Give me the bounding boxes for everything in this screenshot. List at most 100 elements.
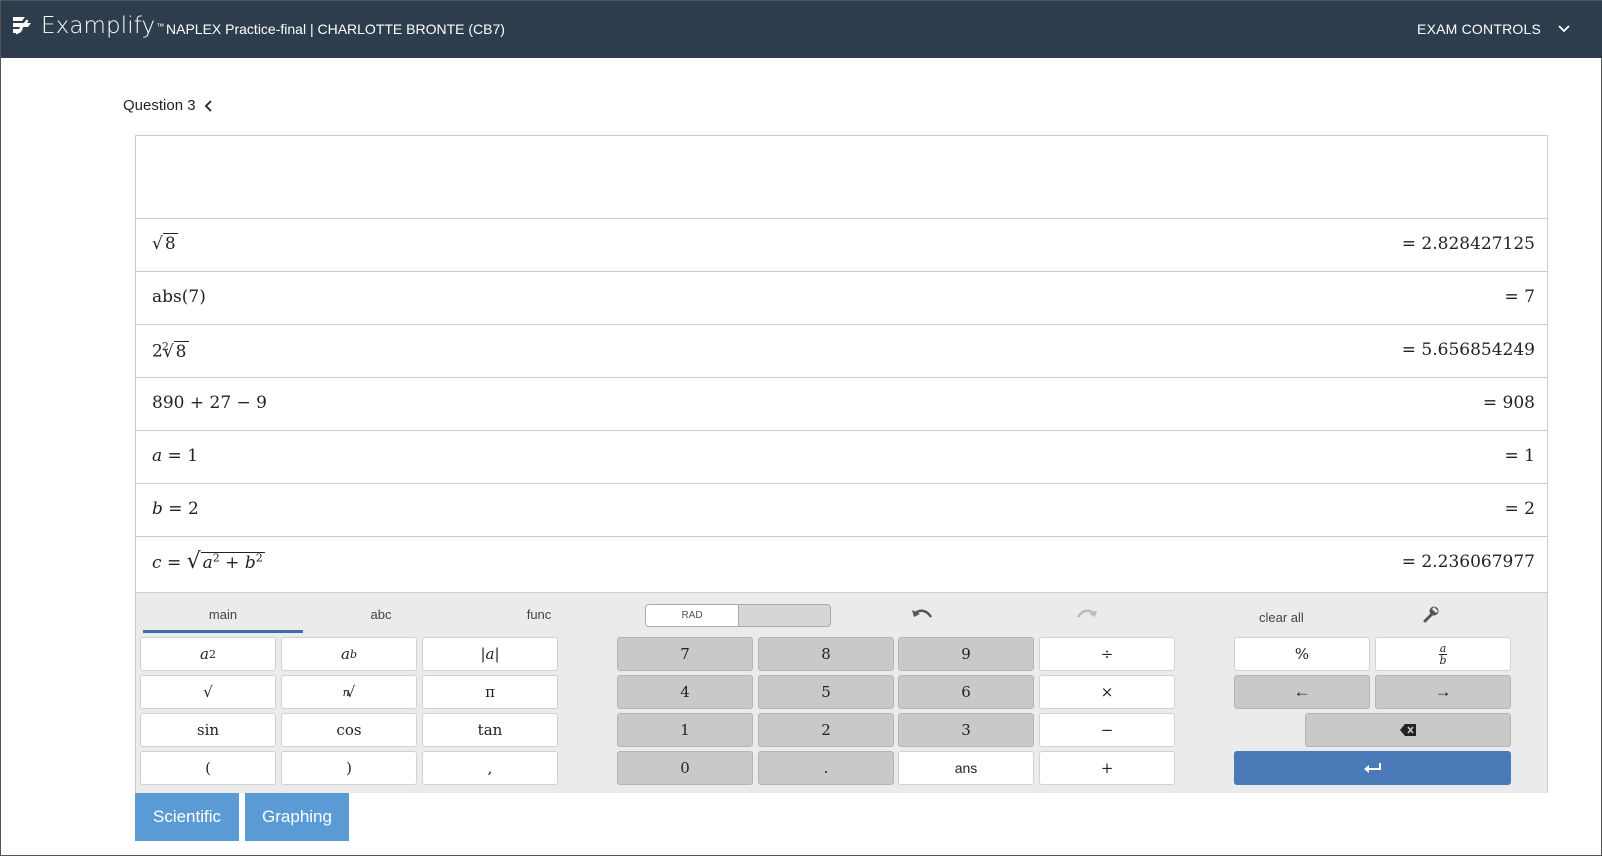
expression: 22√ 8 bbox=[152, 340, 189, 362]
expression-input-blank[interactable] bbox=[136, 136, 1547, 219]
app-name: Examplify bbox=[41, 13, 156, 39]
radicand: a2 + b2 bbox=[200, 551, 265, 573]
key-a-power-b[interactable]: ab bbox=[281, 637, 417, 671]
sqrt-expression: √ a2 + b2 bbox=[186, 549, 265, 574]
fraction-numerator: a bbox=[1438, 641, 1448, 655]
enter-icon bbox=[1363, 763, 1381, 773]
exponent: 2 bbox=[212, 551, 220, 565]
key-cursor-right[interactable]: → bbox=[1375, 675, 1511, 709]
key-minus[interactable]: − bbox=[1039, 713, 1175, 747]
key-ans[interactable]: ans bbox=[898, 751, 1034, 785]
tab-abc[interactable]: abc bbox=[301, 607, 461, 622]
key-7[interactable]: 7 bbox=[617, 637, 753, 671]
key-divide[interactable]: ÷ bbox=[1039, 637, 1175, 671]
key-4[interactable]: 4 bbox=[617, 675, 753, 709]
key-percent[interactable]: % bbox=[1234, 637, 1370, 671]
expression-row[interactable]: a = 1 = 1 bbox=[136, 431, 1547, 484]
redo-icon bbox=[1076, 609, 1097, 618]
undo-button[interactable] bbox=[907, 603, 937, 627]
key-label: a bbox=[341, 645, 350, 663]
key-sqrt[interactable]: √ bbox=[140, 675, 276, 709]
key-label: a bbox=[200, 645, 209, 663]
examplify-logo: Examplify ™ bbox=[11, 13, 164, 39]
key-fraction[interactable]: ab bbox=[1375, 637, 1511, 671]
trademark: ™ bbox=[156, 21, 165, 31]
app-frame: Examplify ™ NAPLEX Practice-final | CHARL… bbox=[0, 0, 1602, 856]
key-8[interactable]: 8 bbox=[758, 637, 894, 671]
key-5[interactable]: 5 bbox=[758, 675, 894, 709]
question-label: Question 3 bbox=[123, 97, 196, 114]
key-decimal[interactable]: . bbox=[758, 751, 894, 785]
expression: √ 8 bbox=[152, 233, 178, 254]
top-bar: Examplify ™ NAPLEX Practice-final | CHARL… bbox=[1, 1, 1602, 58]
key-nth-root[interactable]: n √ bbox=[281, 675, 417, 709]
assignment: = 1 bbox=[167, 446, 199, 466]
key-label: √ bbox=[345, 683, 356, 701]
key-sin[interactable]: sin bbox=[140, 713, 276, 747]
expression-row[interactable]: 890 + 27 − 9 = 908 bbox=[136, 378, 1547, 431]
key-cursor-left[interactable]: ← bbox=[1234, 675, 1370, 709]
exam-title: NAPLEX Practice-final | CHARLOTTE BRONTE… bbox=[166, 21, 505, 37]
expression: c = √ a2 + b2 bbox=[152, 549, 265, 574]
key-comma[interactable]: , bbox=[422, 751, 558, 785]
key-3[interactable]: 3 bbox=[898, 713, 1034, 747]
chevron-down-icon bbox=[1558, 25, 1570, 33]
fraction-denominator: b bbox=[1439, 653, 1447, 667]
variable: b bbox=[152, 499, 163, 519]
scientific-button[interactable]: Scientific bbox=[135, 793, 239, 841]
expression-row[interactable]: abs(7) = 7 bbox=[136, 272, 1547, 325]
key-left-paren[interactable]: ( bbox=[140, 751, 276, 785]
settings-button[interactable] bbox=[1416, 602, 1446, 626]
key-pi[interactable]: π bbox=[422, 675, 558, 709]
exam-controls-menu[interactable]: EXAM CONTROLS bbox=[1417, 21, 1571, 37]
expression-result: = 1 bbox=[1504, 446, 1535, 466]
key-cos[interactable]: cos bbox=[281, 713, 417, 747]
expression-result: = 7 bbox=[1504, 287, 1535, 307]
key-0[interactable]: 0 bbox=[617, 751, 753, 785]
key-6[interactable]: 6 bbox=[898, 675, 1034, 709]
chevron-left-icon[interactable] bbox=[204, 99, 214, 113]
key-9[interactable]: 9 bbox=[898, 637, 1034, 671]
undo-icon bbox=[912, 609, 933, 618]
exam-controls-label: EXAM CONTROLS bbox=[1417, 21, 1541, 37]
expression: b = 2 bbox=[152, 499, 199, 519]
expression-list: √ 8 = 2.828427125 abs(7) = 7 22√ 8 = 5.656… bbox=[136, 136, 1547, 590]
examplify-logo-icon bbox=[13, 17, 31, 35]
key-2[interactable]: 2 bbox=[758, 713, 894, 747]
keypad: main abc func RAD clear all a 2 a b |a| … bbox=[136, 592, 1547, 793]
expression-result: = 5.656854249 bbox=[1401, 340, 1535, 360]
expression-row[interactable]: b = 2 = 2 bbox=[136, 484, 1547, 537]
expression-row[interactable]: √ 8 = 2.828427125 bbox=[136, 219, 1547, 272]
nth-root-expression: √ 8 bbox=[162, 340, 189, 362]
backspace-icon bbox=[1400, 724, 1416, 736]
tab-main[interactable]: main bbox=[143, 607, 303, 622]
angle-mode-toggle[interactable]: RAD bbox=[645, 604, 831, 627]
calculator: √ 8 = 2.828427125 abs(7) = 7 22√ 8 = 5.656… bbox=[135, 135, 1548, 793]
key-a-squared[interactable]: a2 bbox=[140, 637, 276, 671]
key-right-paren[interactable]: ) bbox=[281, 751, 417, 785]
fraction-icon: ab bbox=[1438, 641, 1448, 667]
key-abs[interactable]: |a| bbox=[422, 637, 558, 671]
clear-all-button[interactable]: clear all bbox=[1259, 610, 1304, 625]
graphing-button[interactable]: Graphing bbox=[245, 793, 349, 841]
key-backspace[interactable] bbox=[1305, 713, 1511, 747]
equals: = bbox=[166, 553, 182, 573]
key-tan[interactable]: tan bbox=[422, 713, 558, 747]
active-tab-indicator bbox=[143, 630, 303, 633]
expression: abs(7) bbox=[152, 287, 206, 307]
key-plus[interactable]: + bbox=[1039, 751, 1175, 785]
assignment: = 2 bbox=[168, 499, 199, 519]
exponent: 2 bbox=[255, 551, 263, 565]
key-enter[interactable] bbox=[1234, 751, 1511, 785]
key-1[interactable]: 1 bbox=[617, 713, 753, 747]
redo-button[interactable] bbox=[1072, 603, 1102, 627]
rad-option[interactable]: RAD bbox=[646, 605, 739, 626]
tab-func[interactable]: func bbox=[459, 607, 619, 622]
expression-row[interactable]: c = √ a2 + b2 = 2.236067977 bbox=[136, 537, 1547, 590]
key-times[interactable]: × bbox=[1039, 675, 1175, 709]
expression-result: = 2.236067977 bbox=[1401, 552, 1535, 572]
var-a: a bbox=[202, 553, 213, 573]
expression-row[interactable]: 22√ 8 = 5.656854249 bbox=[136, 325, 1547, 378]
variable: c bbox=[152, 553, 162, 573]
radicand: 8 bbox=[173, 340, 189, 362]
